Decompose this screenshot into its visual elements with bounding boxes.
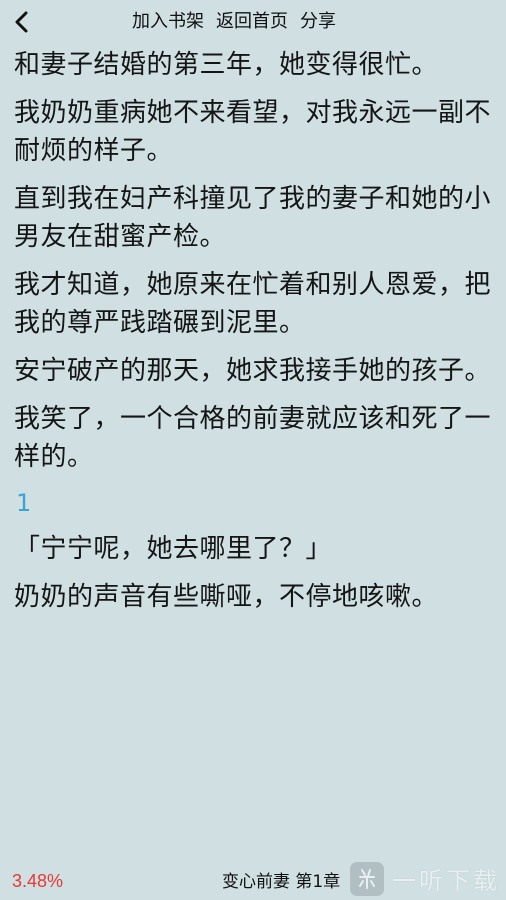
add-to-shelf-button[interactable]: 加入书架 <box>132 10 204 34</box>
share-button[interactable]: 分享 <box>300 10 336 34</box>
header-actions: 加入书架 返回首页 分享 <box>132 10 336 34</box>
paragraph: 我才知道，她原来在忙着和别人恩爱，把我的尊严践踏碾到泥里。 <box>14 270 492 338</box>
footer-bar: 3.48% 变心前妻 第1章 一听下载 <box>0 858 506 900</box>
chapter-number: 1 <box>16 489 32 517</box>
paragraph: 奶奶的声音有些嘶哑，不停地咳嗽。 <box>14 582 439 612</box>
back-button[interactable] <box>8 8 36 36</box>
watermark: 一听下载 <box>350 861 500 896</box>
paragraph: 我奶奶重病她不来看望，对我永远一副不耐烦的样子。 <box>14 98 492 166</box>
paragraph: 「宁宁呢，她去哪里了？」 <box>14 534 333 564</box>
back-home-button[interactable]: 返回首页 <box>216 10 288 34</box>
top-bar: 加入书架 返回首页 分享 <box>0 0 506 44</box>
watermark-logo-icon <box>350 861 384 896</box>
paragraph: 直到我在妇产科撞见了我的妻子和她的小男友在甜蜜产检。 <box>14 184 492 252</box>
watermark-text: 一听下载 <box>392 867 500 895</box>
reading-progress: 3.48% <box>12 871 64 891</box>
paragraph: 安宁破产的那天，她求我接手她的孩子。 <box>14 356 492 386</box>
book-chapter-title: 变心前妻 第1章 <box>222 872 341 892</box>
paragraph: 和妻子结婚的第三年，她变得很忙。 <box>14 50 439 80</box>
reading-content[interactable]: 和妻子结婚的第三年，她变得很忙。 我奶奶重病她不来看望，对我永远一副不耐烦的样子… <box>14 46 500 626</box>
paragraph: 我笑了，一个合格的前妻就应该和死了一样的。 <box>14 404 492 472</box>
chevron-left-icon <box>15 11 28 33</box>
